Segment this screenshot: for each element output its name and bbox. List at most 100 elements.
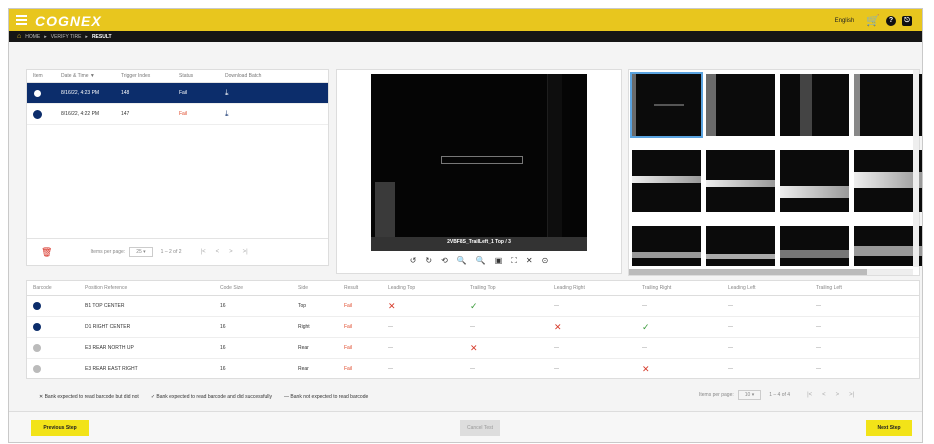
thumbnail[interactable] <box>632 150 701 212</box>
rotate-right-icon[interactable]: ↻ <box>425 256 432 266</box>
first-page-button[interactable]: |< <box>807 392 812 398</box>
cell-size: 16 <box>220 303 226 309</box>
items-per-page-select[interactable]: 10 ▾ <box>737 390 762 400</box>
cell-mark: — <box>816 303 821 309</box>
row-status: Fail <box>179 111 188 117</box>
thumbnail[interactable] <box>780 74 849 136</box>
cell-mark: ✓ <box>642 321 650 332</box>
previous-step-button[interactable]: Previous Step <box>31 420 89 436</box>
col-date[interactable]: Date & Time ▼ <box>61 73 121 79</box>
last-page-button[interactable]: >| <box>243 249 248 255</box>
cell-mark: — <box>388 366 393 372</box>
thumbnail[interactable] <box>780 150 849 212</box>
history-row[interactable]: 8/16/22, 4:22 PM 147 Fail ⤓ <box>27 104 328 125</box>
download-icon[interactable]: ⤓ <box>225 109 285 119</box>
page-range: 1 – 4 of 4 <box>769 392 791 398</box>
settings-icon[interactable]: ⊙ <box>542 256 549 266</box>
row-date: 8/16/22, 4:22 PM <box>61 111 100 117</box>
fit-icon[interactable]: ▣ <box>495 256 503 266</box>
breadcrumb-verify[interactable]: VERIFY TIRE <box>51 34 82 40</box>
last-page-button[interactable]: >| <box>849 392 854 398</box>
fullscreen-icon[interactable]: ⛶ <box>511 256 517 266</box>
col-barcode: Barcode <box>33 285 52 291</box>
cell-result: Fail <box>344 324 353 330</box>
close-icon[interactable]: ✕ <box>526 256 533 266</box>
col-result: Result <box>344 285 359 291</box>
cell-mark: — <box>816 366 821 372</box>
user-icon[interactable]: ⎋ <box>902 15 912 26</box>
cell-mark: — <box>470 366 475 372</box>
breadcrumb-home[interactable]: HOME <box>25 34 40 40</box>
cell-result: Fail <box>344 366 353 372</box>
items-per-page-label: Items per page: <box>699 392 734 398</box>
thumbnail[interactable] <box>780 226 849 266</box>
cell-result: Fail <box>344 303 353 309</box>
trash-icon[interactable]: 🗑 <box>41 247 52 258</box>
cell-mark: — <box>470 324 475 330</box>
table-row[interactable]: B1 TOP CENTER 16 Top Fail ✕ ✓ — — — — <box>27 296 919 317</box>
table-row[interactable]: E3 REAR EAST RIGHT 16 Rear Fail — — — ✕ … <box>27 359 919 379</box>
cell-mark: — <box>816 324 821 330</box>
thumbnail[interactable] <box>706 74 775 136</box>
cell-mark: — <box>728 366 733 372</box>
col-leading-top: Leading Top <box>388 285 416 291</box>
reset-icon[interactable]: ⟲ <box>441 256 448 266</box>
row-date: 8/16/22, 4:23 PM <box>61 90 100 96</box>
items-per-page-select[interactable]: 25 ▾ <box>129 247 153 257</box>
result-icon <box>33 109 42 119</box>
app-frame: COGNEX English 🛒 ? ⎋ ⌂ HOME ▸ VERIFY TIR… <box>8 8 923 443</box>
cart-icon[interactable]: 🛒 <box>866 14 880 27</box>
row-trigger: 147 <box>121 111 130 117</box>
cell-ref: D1 RIGHT CENTER <box>85 324 131 330</box>
cell-mark: ✕ <box>388 300 396 311</box>
table-row[interactable]: D1 RIGHT CENTER 16 Right Fail — — ✕ ✓ — … <box>27 317 919 338</box>
first-page-button[interactable]: |< <box>201 249 206 255</box>
zoom-out-icon[interactable]: 🔍 <box>476 256 486 266</box>
thumbnail[interactable] <box>630 72 703 138</box>
menu-icon[interactable] <box>16 15 27 25</box>
thumbnail[interactable] <box>706 150 775 212</box>
cancel-test-button[interactable]: Cancel Test <box>460 420 500 436</box>
cell-ref: B1 TOP CENTER <box>85 303 125 309</box>
zoom-in-icon[interactable]: 🔍 <box>457 256 467 266</box>
cell-mark: — <box>642 345 647 351</box>
next-step-button[interactable]: Next Step <box>866 420 912 436</box>
cell-mark: ✕ <box>554 321 562 332</box>
cell-mark: — <box>388 345 393 351</box>
row-trigger: 148 <box>121 90 130 96</box>
items-per-page-label: Items per page: <box>90 249 126 255</box>
prev-page-button[interactable]: < <box>822 392 826 398</box>
next-page-button[interactable]: > <box>836 392 840 398</box>
table-row[interactable]: E3 REAR NORTH UP 16 Rear Fail — ✕ — — — … <box>27 338 919 359</box>
history-header: Item Date & Time ▼ Trigger Index Status … <box>27 70 328 83</box>
legend-pass: ✓ Bank expected to read barcode and did … <box>150 394 273 400</box>
col-leading-right: Leading Right <box>554 285 585 291</box>
col-trailing-top: Trailing Top <box>470 285 496 291</box>
thumbnail-scrollbar[interactable] <box>913 70 919 267</box>
language-selector[interactable]: English <box>835 18 855 24</box>
cell-size: 16 <box>220 366 226 372</box>
cell-mark: — <box>388 324 393 330</box>
thumbnail[interactable] <box>706 226 775 266</box>
cell-mark: — <box>728 324 733 330</box>
help-icon[interactable]: ? <box>886 15 896 26</box>
inspection-image[interactable] <box>371 74 587 251</box>
home-icon[interactable]: ⌂ <box>17 33 21 40</box>
col-item: Item <box>33 73 43 79</box>
page-range: 1 – 2 of 2 <box>160 249 182 255</box>
download-icon[interactable]: ⤓ <box>225 88 285 98</box>
rotate-left-icon[interactable]: ↺ <box>410 256 417 266</box>
cognex-logo: COGNEX <box>35 13 102 29</box>
cell-mark: — <box>816 345 821 351</box>
top-bar: COGNEX English 🛒 ? ⎋ <box>9 9 922 31</box>
thumbnail-gallery <box>628 69 922 276</box>
next-page-button[interactable]: > <box>229 249 233 255</box>
thumbnail[interactable] <box>632 226 701 266</box>
col-status: Status <box>179 73 194 79</box>
prev-page-button[interactable]: < <box>216 249 220 255</box>
thumbnail-hscrollbar[interactable] <box>629 269 913 275</box>
table-pager: Items per page: 10 ▾ 1 – 4 of 4 |< < > >… <box>699 390 859 400</box>
history-row[interactable]: 8/16/22, 4:23 PM 148 Fail ⤓ <box>27 83 328 104</box>
cell-mark: — <box>554 366 559 372</box>
cell-mark: — <box>728 345 733 351</box>
